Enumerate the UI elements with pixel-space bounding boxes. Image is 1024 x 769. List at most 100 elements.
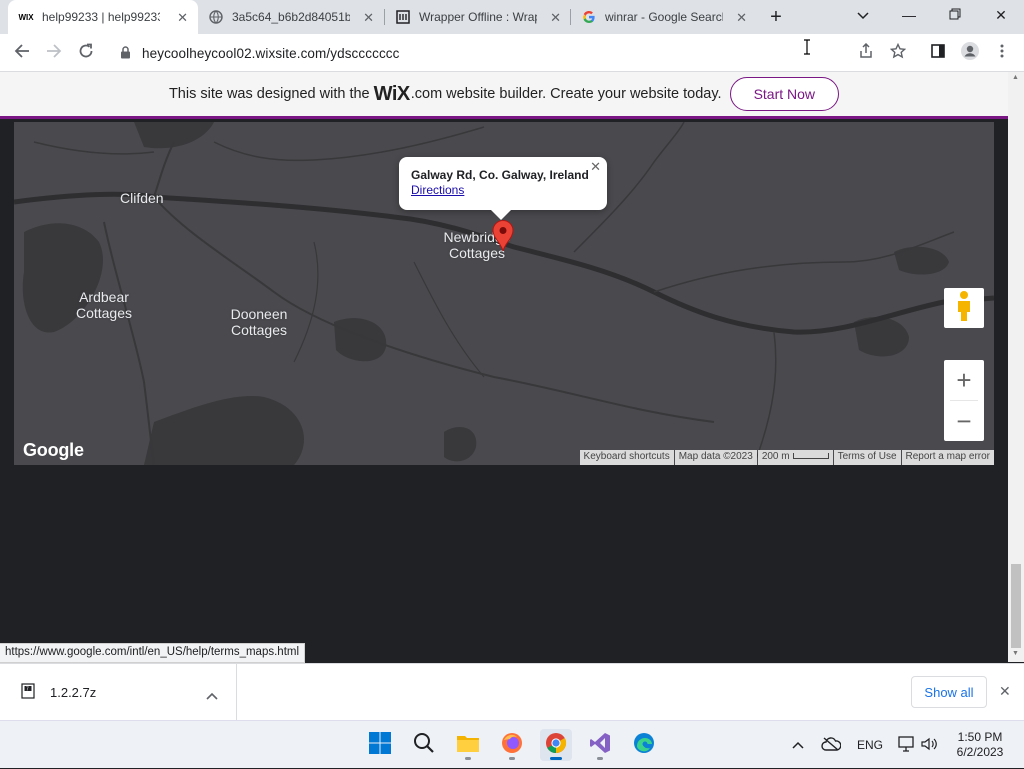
address-bar[interactable]: heycoolheycool02.wixsite.com/ydsccccccc xyxy=(108,37,884,69)
minimize-icon: — xyxy=(902,7,916,23)
firefox-button[interactable] xyxy=(496,729,528,761)
close-icon[interactable]: ✕ xyxy=(177,10,188,26)
file-explorer-button[interactable] xyxy=(452,729,484,761)
chrome-icon xyxy=(545,732,567,759)
map-scale[interactable]: 200 m xyxy=(757,450,833,465)
show-hidden-icons-button[interactable] xyxy=(792,721,804,769)
svg-text:7: 7 xyxy=(26,686,29,692)
place-label: Ardbear Cottages xyxy=(75,289,133,321)
menu-button[interactable] xyxy=(990,41,1014,65)
download-bar: 7 1.2.2.7z Show all ✕ xyxy=(0,663,1024,720)
speaker-icon xyxy=(921,737,937,754)
google-map[interactable]: Clifden Newbridge Cottages Ardbear Cotta… xyxy=(14,122,994,465)
side-panel-button[interactable] xyxy=(926,41,950,65)
restore-icon xyxy=(949,7,961,23)
map-data-text: Map data ©2023 xyxy=(674,450,757,465)
clock-time: 1:50 PM xyxy=(957,730,1003,744)
back-button[interactable] xyxy=(10,41,34,65)
forward-button[interactable] xyxy=(42,41,66,65)
wix-icon: WIX xyxy=(18,12,34,22)
edge-button[interactable] xyxy=(628,729,660,761)
url-text: heycoolheycool02.wixsite.com/ydsccccccc xyxy=(142,46,400,61)
close-icon[interactable]: ✕ xyxy=(550,10,561,26)
globe-icon xyxy=(208,9,224,25)
running-indicator xyxy=(550,757,562,760)
mouse-cursor xyxy=(803,39,811,55)
scale-bar xyxy=(792,453,829,459)
google-logo[interactable]: Google xyxy=(23,440,84,461)
reload-button[interactable] xyxy=(74,41,98,65)
tab-label: winrar - Google Search xyxy=(605,10,723,24)
terms-of-use-link[interactable]: Terms of Use xyxy=(833,450,901,465)
directions-link[interactable]: Directions xyxy=(411,183,595,197)
close-icon: ✕ xyxy=(995,6,1007,23)
windows-taskbar: ENG 1:50 PM 6/2/2023 xyxy=(0,720,1024,768)
arrow-right-icon xyxy=(46,43,62,64)
close-icon[interactable]: ✕ xyxy=(736,10,747,26)
zoom-control: + − xyxy=(944,360,984,441)
windows-icon xyxy=(369,731,391,759)
archive-icon xyxy=(395,9,411,25)
tab-search-button[interactable] xyxy=(840,0,886,30)
scale-label: 200 m xyxy=(761,451,790,462)
onedrive-tray-button[interactable] xyxy=(821,721,842,769)
close-window-button[interactable]: ✕ xyxy=(978,0,1024,30)
close-icon[interactable]: ✕ xyxy=(590,159,601,175)
tab-wix-site[interactable]: WIX help99233 | help99233 ✕ xyxy=(8,0,198,34)
lock-icon[interactable] xyxy=(120,46,131,64)
start-button[interactable] xyxy=(364,729,396,761)
tab-google-search[interactable]: winrar - Google Search ✕ xyxy=(571,0,757,34)
zoom-in-button[interactable]: + xyxy=(944,360,984,400)
visual-studio-button[interactable] xyxy=(584,729,616,761)
browser-toolbar: heycoolheycool02.wixsite.com/ydsccccccc xyxy=(0,34,1024,72)
tab-label: help99233 | help99233 xyxy=(42,10,160,24)
keyboard-shortcuts-link[interactable]: Keyboard shortcuts xyxy=(579,450,674,465)
clock-date: 6/2/2023 xyxy=(956,745,1004,759)
scroll-up-icon[interactable]: ▲ xyxy=(1012,74,1019,81)
page-content: This site was designed with the WiX .com… xyxy=(0,72,1008,662)
reload-icon xyxy=(78,43,94,64)
restore-button[interactable] xyxy=(932,0,978,30)
network-tray-button[interactable] xyxy=(898,721,916,769)
chevron-up-icon xyxy=(792,738,804,752)
language-indicator[interactable]: ENG xyxy=(857,721,883,769)
running-indicator xyxy=(509,757,515,760)
tab-file[interactable]: 3a5c64_b6b2d84051b6 ✕ xyxy=(198,0,384,34)
street-view-button[interactable] xyxy=(944,288,984,328)
volume-tray-button[interactable] xyxy=(921,721,937,769)
archive-file-icon: 7 xyxy=(20,683,36,704)
download-filename: 1.2.2.7z xyxy=(50,685,97,700)
running-indicator xyxy=(465,757,471,760)
scroll-down-icon[interactable]: ▼ xyxy=(1012,650,1019,657)
start-now-button[interactable]: Start Now xyxy=(729,77,840,111)
close-icon[interactable]: ✕ xyxy=(999,683,1011,700)
tab-wrapper-offline[interactable]: Wrapper Offline : Wrap ✕ xyxy=(385,0,571,34)
minimize-button[interactable]: — xyxy=(886,0,932,30)
close-icon[interactable]: ✕ xyxy=(363,10,374,26)
star-icon xyxy=(889,42,907,64)
network-icon xyxy=(898,735,916,755)
download-item[interactable]: 7 1.2.2.7z xyxy=(0,664,237,720)
chevron-up-icon[interactable] xyxy=(206,687,218,705)
arrow-left-icon xyxy=(14,43,30,64)
page-scrollbar[interactable]: ▲ ▼ xyxy=(1008,72,1024,662)
report-map-error-link[interactable]: Report a map error xyxy=(901,450,994,465)
search-button[interactable] xyxy=(408,729,440,761)
firefox-icon xyxy=(501,732,523,759)
chrome-button[interactable] xyxy=(540,729,572,761)
map-pin-icon[interactable] xyxy=(492,220,514,257)
running-indicator xyxy=(597,757,603,760)
wix-banner: This site was designed with the WiX .com… xyxy=(0,72,1008,119)
clock[interactable]: 1:50 PM 6/2/2023 xyxy=(940,730,1020,760)
avatar-icon xyxy=(960,41,980,66)
cloud-offline-icon xyxy=(821,736,842,754)
new-tab-button[interactable]: + xyxy=(761,2,791,32)
zoom-out-button[interactable]: − xyxy=(944,401,984,441)
scrollbar-thumb[interactable] xyxy=(1011,564,1021,648)
bookmark-button[interactable] xyxy=(886,41,910,65)
profile-button[interactable] xyxy=(958,41,982,65)
show-all-button[interactable]: Show all xyxy=(911,676,987,708)
tab-label: 3a5c64_b6b2d84051b6 xyxy=(232,10,350,24)
side-panel-icon xyxy=(931,43,945,63)
share-button[interactable] xyxy=(854,41,878,65)
